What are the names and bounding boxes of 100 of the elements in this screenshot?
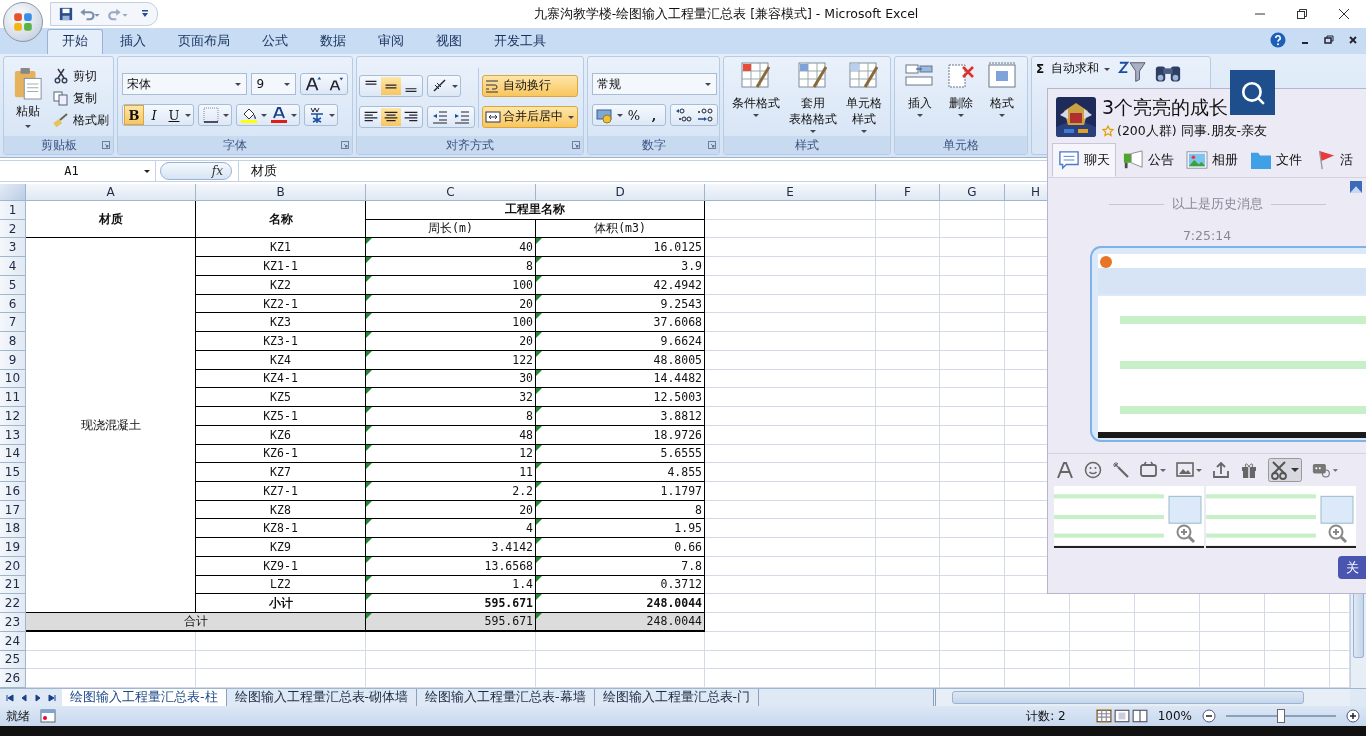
row-header[interactable]: 4 — [0, 257, 26, 276]
font-color-icon[interactable] — [270, 106, 288, 124]
empty-cell[interactable] — [876, 275, 940, 295]
ribbon-tab[interactable]: 审阅 — [363, 29, 419, 54]
zoom-slider-thumb[interactable] — [1277, 709, 1285, 723]
style-button[interactable]: 条件格式 — [732, 61, 781, 119]
empty-cell[interactable] — [940, 350, 1005, 370]
empty-cell[interactable] — [876, 481, 940, 501]
row-header[interactable]: 8 — [0, 332, 26, 351]
empty-cell[interactable] — [1135, 650, 1200, 670]
paste-button[interactable]: 粘贴 — [8, 66, 47, 130]
empty-cell[interactable] — [876, 444, 940, 464]
empty-cell[interactable] — [940, 556, 1005, 576]
caret-icon[interactable] — [184, 111, 192, 119]
column-header[interactable]: A — [26, 184, 196, 201]
close-icon[interactable] — [1348, 35, 1358, 45]
scissors-icon[interactable] — [1268, 458, 1302, 482]
name-box[interactable]: A1 — [0, 161, 156, 181]
zoom-in-icon[interactable] — [1328, 524, 1348, 544]
empty-cell[interactable] — [876, 313, 940, 333]
empty-cell[interactable] — [940, 538, 1005, 557]
caret-icon[interactable] — [328, 111, 336, 119]
decrease-decimal-icon[interactable] — [696, 106, 714, 124]
empty-cell[interactable] — [940, 294, 1005, 314]
image-icon[interactable] — [1176, 461, 1202, 479]
empty-cell[interactable] — [876, 332, 940, 351]
style-button[interactable]: 套用 表格格式 — [789, 61, 837, 135]
fill-color-icon[interactable] — [240, 106, 258, 124]
copy-button[interactable]: 复制 — [53, 88, 109, 108]
cut-button[interactable]: 剪切 — [53, 66, 109, 86]
empty-cell[interactable] — [876, 594, 940, 614]
empty-cell[interactable] — [705, 631, 876, 651]
empty-cell[interactable] — [1070, 613, 1135, 632]
dialog-launcher-icon[interactable] — [341, 141, 349, 149]
close-button[interactable]: 关 — [1338, 556, 1366, 579]
office-button[interactable] — [3, 2, 43, 42]
zoom-out-icon[interactable] — [1202, 709, 1216, 723]
format-painter-button[interactable]: 格式刷 — [53, 110, 109, 130]
empty-cell[interactable] — [705, 650, 876, 670]
font-size-dropdown[interactable]: 9 — [251, 73, 296, 95]
sheet-nav-icon[interactable] — [48, 693, 56, 702]
empty-cell[interactable] — [940, 575, 1005, 595]
column-header[interactable]: D — [536, 184, 705, 201]
empty-cell[interactable] — [940, 407, 1005, 426]
game-icon[interactable] — [1140, 461, 1166, 479]
empty-cell[interactable] — [536, 650, 705, 670]
save-icon[interactable] — [59, 7, 73, 21]
empty-cell[interactable] — [1005, 631, 1070, 651]
vertical-scrollbar[interactable] — [1350, 594, 1366, 688]
empty-cell[interactable] — [940, 613, 1005, 632]
style-button[interactable]: 单元格 样式 — [845, 61, 882, 135]
empty-cell[interactable] — [876, 388, 940, 408]
empty-cell[interactable] — [940, 275, 1005, 295]
empty-cell[interactable] — [876, 350, 940, 370]
dialog-launcher-icon[interactable] — [572, 141, 580, 149]
row-header[interactable]: 7 — [0, 313, 26, 333]
column-header[interactable]: F — [876, 184, 940, 201]
empty-cell[interactable] — [1200, 631, 1265, 651]
empty-cell[interactable] — [1070, 650, 1135, 670]
row-header[interactable]: 23 — [0, 613, 26, 632]
select-all-corner[interactable] — [0, 184, 26, 201]
caret-icon[interactable] — [616, 111, 624, 119]
ribbon-tab[interactable]: 数据 — [305, 29, 361, 54]
ribbon-tab[interactable]: 开始 — [47, 29, 103, 54]
column-header[interactable]: C — [366, 184, 536, 201]
empty-cell[interactable] — [940, 238, 1005, 258]
empty-cell[interactable] — [940, 388, 1005, 408]
empty-cell[interactable] — [1135, 631, 1200, 651]
empty-cell[interactable] — [1070, 631, 1135, 651]
empty-cell[interactable] — [940, 650, 1005, 670]
empty-cell[interactable] — [876, 500, 940, 520]
currency-icon[interactable] — [596, 106, 614, 124]
column-header[interactable]: E — [705, 184, 876, 201]
empty-cell[interactable] — [940, 631, 1005, 651]
empty-cell[interactable] — [940, 369, 1005, 389]
ribbon-tab[interactable]: 开发工具 — [479, 29, 561, 54]
upload-icon[interactable] — [1212, 461, 1230, 479]
smiley-icon[interactable] — [1084, 461, 1102, 479]
empty-cell[interactable] — [876, 650, 940, 670]
autosum-button[interactable]: Σ 自动求和 — [1036, 59, 1112, 78]
search-button[interactable] — [1230, 70, 1275, 115]
help-icon[interactable] — [1270, 32, 1286, 48]
chat-tab[interactable]: 相册 — [1180, 143, 1244, 177]
empty-cell[interactable] — [876, 575, 940, 595]
comma-button[interactable]: , — [644, 105, 664, 125]
empty-cell[interactable] — [1265, 631, 1330, 651]
empty-cell[interactable] — [876, 257, 940, 276]
phonetic-guide-icon[interactable] — [308, 106, 326, 124]
empty-cell[interactable] — [876, 631, 940, 651]
align-center-icon[interactable] — [381, 107, 401, 126]
sheet-nav-icon[interactable] — [6, 693, 14, 702]
screen-share-icon[interactable] — [1312, 461, 1338, 479]
empty-cell[interactable] — [940, 332, 1005, 351]
horizontal-scrollbar[interactable] — [933, 689, 1350, 706]
row-header[interactable]: 26 — [0, 669, 26, 688]
ribbon-tab[interactable]: 公式 — [247, 29, 303, 54]
dialog-launcher-icon[interactable] — [102, 141, 110, 149]
empty-cell[interactable] — [876, 294, 940, 314]
empty-cell[interactable] — [1005, 613, 1070, 632]
bold-button[interactable]: B — [124, 105, 144, 125]
